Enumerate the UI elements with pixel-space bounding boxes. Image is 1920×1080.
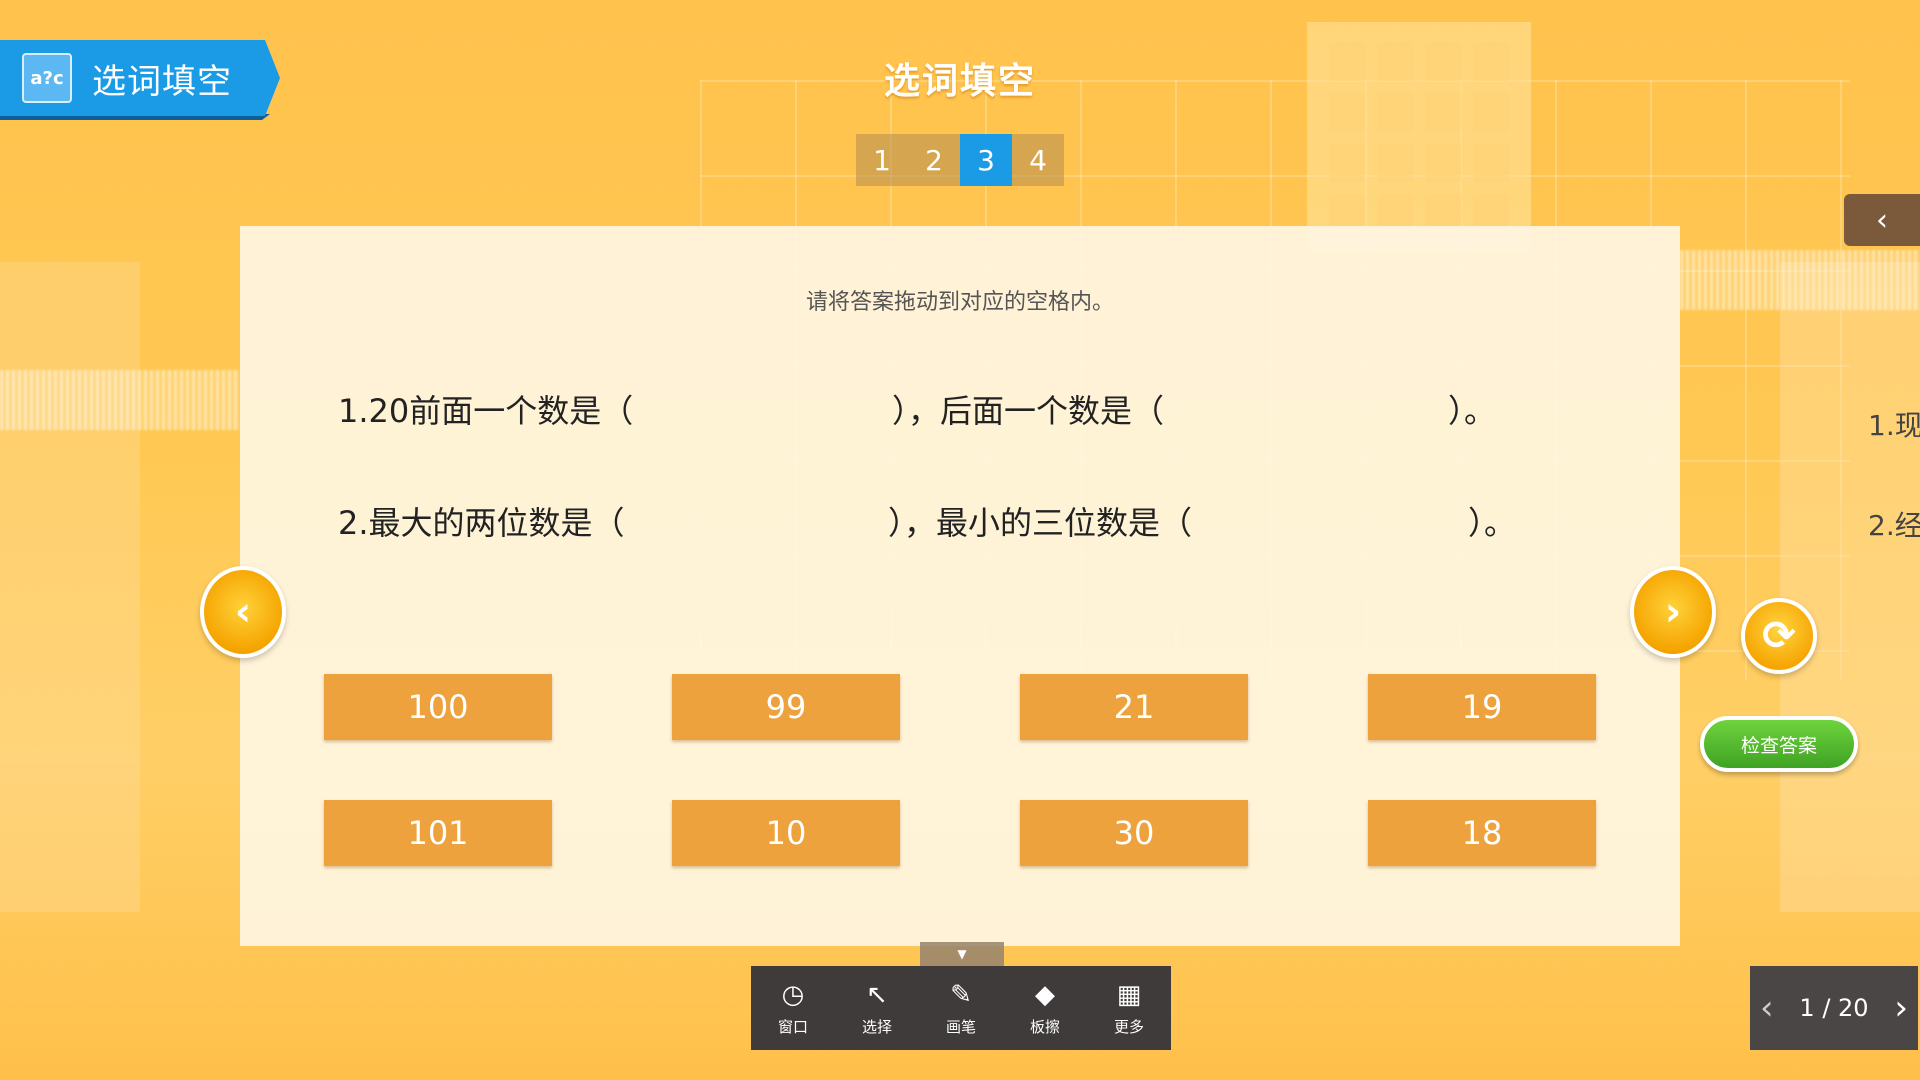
tab-4[interactable]: 4 [1012,134,1064,186]
answer-option-30[interactable]: 30 [1020,800,1248,866]
tool-window[interactable]: ◷ 窗口 [751,966,835,1050]
slide-pager: ‹ 1 / 20 › [1750,966,1918,1050]
question-tabs: 1 2 3 4 [856,134,1064,186]
tool-more[interactable]: ▦ 更多 [1087,966,1171,1050]
question-2-part-b: ），最小的三位数是（ [888,504,1193,542]
bottom-toolbar: ◷ 窗口 ↖ 选择 ✎ 画笔 ◆ 板擦 ▦ 更多 [751,966,1171,1050]
question-1-part-b: ），后面一个数是（ [892,392,1165,430]
exercise-card: 请将答案拖动到对应的空格内。 1.20前面一个数是（ ），后面一个数是（ ）。 … [240,226,1680,946]
answer-option-99[interactable]: 99 [672,674,900,740]
answer-option-19[interactable]: 19 [1368,674,1596,740]
eraser-icon: ◆ [1035,979,1055,1010]
tool-label: 板擦 [1029,1017,1060,1036]
cursor-icon: ↖ [866,979,888,1010]
background-mist-left [0,370,240,430]
toolbar-toggle[interactable]: ▼ [920,942,1004,966]
slide-counter: 1 / 20 [1799,994,1869,1022]
tool-label: 选择 [861,1017,892,1036]
chevron-left-icon: ‹ [1876,202,1888,238]
previous-question-button[interactable]: ‹ [200,566,286,658]
tool-eraser[interactable]: ◆ 板擦 [1003,966,1087,1050]
next-question-button[interactable]: › [1630,566,1716,658]
tool-label: 画笔 [945,1017,976,1036]
answer-option-18[interactable]: 18 [1368,800,1596,866]
chevron-right-icon: › [1664,589,1682,635]
previous-slide-icon[interactable]: ‹ [1760,988,1774,1028]
page-title: 选词填空 [883,61,1036,102]
next-slide-icon[interactable]: › [1894,988,1908,1028]
tool-label: 更多 [1113,1017,1144,1036]
background-mist-right [1680,250,1920,310]
answer-option-100[interactable]: 100 [324,674,552,740]
tab-2[interactable]: 2 [908,134,960,186]
tool-label: 窗口 [777,1017,808,1036]
answer-option-10[interactable]: 10 [672,800,900,866]
caret-down-icon: ▼ [957,947,967,961]
question-2-part-a: 2.最大的两位数是（ [338,504,625,542]
tab-1[interactable]: 1 [856,134,908,186]
clock-icon: ◷ [781,979,805,1010]
tool-select[interactable]: ↖ 选择 [835,966,919,1050]
reset-button[interactable]: ⟳ [1741,598,1817,674]
tab-3[interactable]: 3 [960,134,1012,186]
next-slide-peek-1: 1.现 [1868,409,1920,442]
background-panel-right [1780,262,1920,912]
tool-pen[interactable]: ✎ 画笔 [919,966,1003,1050]
next-slide-peek-2: 2.经 [1868,509,1920,542]
chevron-left-icon: ‹ [234,589,252,635]
answer-option-101[interactable]: 101 [324,800,552,866]
grid-icon: ▦ [1116,979,1142,1010]
refresh-icon: ⟳ [1762,613,1796,659]
answer-option-21[interactable]: 21 [1020,674,1248,740]
question-2-part-c: ）。 [1468,504,1517,542]
question-1-part-a: 1.20前面一个数是（ [338,392,634,430]
question-1-part-c: ）。 [1448,392,1497,430]
background-panel-left [0,262,140,912]
instruction-text: 请将答案拖动到对应的空格内。 [805,290,1114,315]
check-answer-button[interactable]: 检查答案 [1700,716,1858,772]
pen-icon: ✎ [950,979,972,1010]
collapse-panel-button[interactable]: ‹ [1844,194,1920,246]
